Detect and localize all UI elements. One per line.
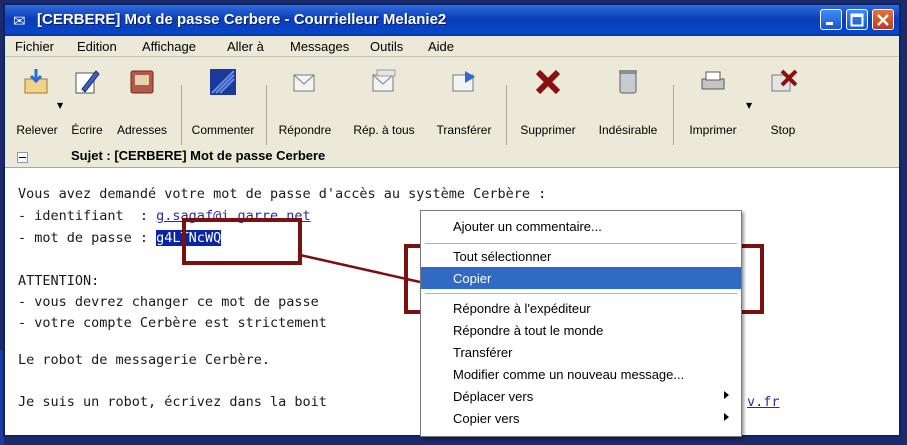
context-menu: Ajouter un commentaire... Tout sélection… [420,210,742,437]
ctx-transferer[interactable]: Transférer [421,341,741,363]
ctx-repondre-tout-le-monde[interactable]: Répondre à tout le monde [421,319,741,341]
ctx-separator [425,293,737,294]
ctx-copier[interactable]: Copier [421,267,741,289]
ctx-tout-selectionner[interactable]: Tout sélectionner [421,245,741,267]
ctx-repondre-expediteur[interactable]: Répondre à l'expéditeur [421,297,741,319]
submenu-arrow-icon [724,391,729,399]
ctx-modifier-nouveau-message[interactable]: Modifier comme un nouveau message... [421,363,741,385]
ctx-deplacer-vers[interactable]: Déplacer vers [421,385,741,407]
submenu-arrow-icon [724,413,729,421]
ctx-ajouter-commentaire[interactable]: Ajouter un commentaire... [421,215,741,237]
ctx-separator [425,243,737,244]
ctx-copier-vers[interactable]: Copier vers [421,407,741,429]
